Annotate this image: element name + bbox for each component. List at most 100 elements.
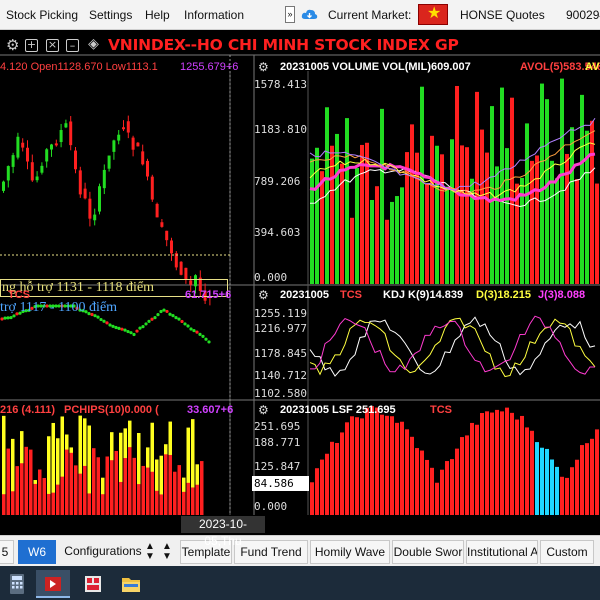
tcs-dot <box>6 316 10 320</box>
cloud-download-icon[interactable] <box>301 7 318 22</box>
candle-body <box>155 203 159 218</box>
candle-body <box>93 214 97 221</box>
tab-fund-trend[interactable]: Fund Trend <box>234 540 308 564</box>
tab-scroll-arrows-icon[interactable]: ▲ ▼ <box>143 542 157 566</box>
lsf-bar <box>420 450 424 515</box>
candle-body <box>146 160 149 177</box>
folder-icon[interactable] <box>114 570 148 598</box>
tcs-dot <box>168 312 172 316</box>
lsf-bar <box>535 442 539 515</box>
tcs-dot <box>159 309 163 314</box>
candle-body <box>107 155 111 169</box>
pchips-bar <box>92 448 96 515</box>
volume-bar <box>495 166 499 284</box>
menu-help[interactable]: Help <box>145 8 170 22</box>
candle-body <box>45 149 49 162</box>
lsf-bar <box>545 448 549 515</box>
lsf-header: 20231005 LSF 251.695 <box>280 404 396 416</box>
market-name[interactable]: HONSE Quotes <box>460 8 545 22</box>
candle-body <box>141 151 145 165</box>
tab-configurations[interactable]: Configurations <box>62 540 144 564</box>
lsf-bar <box>425 459 429 515</box>
candle-body <box>165 230 169 241</box>
lsf-y-label: 251.695 <box>254 420 301 433</box>
kdj-d: D(3)18.215 <box>476 289 532 301</box>
tab-w6[interactable]: W6 <box>18 540 56 564</box>
volume-bar <box>465 147 469 284</box>
vol-y-label: 1183.810 <box>254 123 307 136</box>
lsf-bar <box>320 459 324 515</box>
crosshair-value-tip: 84.586 <box>252 476 309 491</box>
tab-double-sword[interactable]: Double Swor <box>392 540 464 564</box>
pchips-bar <box>200 461 204 515</box>
tcs-dot <box>138 326 142 330</box>
volume-bar <box>445 186 449 284</box>
menu-settings[interactable]: Settings <box>89 8 132 22</box>
tab-scroll-arrows-icon[interactable]: ▲ ▼ <box>160 542 174 566</box>
lsf-bar <box>325 453 329 515</box>
vol-y-label: 789.206 <box>254 175 301 188</box>
more-menu-button[interactable]: » <box>285 6 295 23</box>
lsf-bar <box>500 411 504 515</box>
candle-body <box>170 240 173 254</box>
pchips-bar <box>159 494 163 515</box>
volume-bar <box>485 152 489 284</box>
lsf-bar <box>575 459 579 515</box>
candle-body <box>74 150 77 170</box>
pchips-bar <box>6 448 10 515</box>
tcs-dot <box>177 317 181 321</box>
kdj-y-label: 1178.845 <box>254 347 307 360</box>
tcs-dot <box>132 332 136 337</box>
menu-information[interactable]: Information <box>184 8 244 22</box>
candle-body <box>59 130 63 143</box>
volume-bar <box>410 124 414 284</box>
volume-bar <box>580 94 584 284</box>
gear-icon[interactable]: ⚙ <box>258 61 270 73</box>
tcs-dot <box>102 319 106 323</box>
menu-stock-picking[interactable]: Stock Picking <box>6 8 78 22</box>
tcs-dot <box>144 322 148 326</box>
candle-body <box>30 162 34 181</box>
pchips-bar <box>33 483 37 515</box>
volume-bar <box>395 196 399 284</box>
chart-area: ⚙ + × – ◈ VNINDEX--HO CHI MINH STOCK IND… <box>0 31 600 515</box>
tcs-dot <box>108 323 112 327</box>
volume-bar <box>420 86 424 284</box>
tab-5[interactable]: 5 <box>0 540 14 564</box>
bottom-tab-bar: 5 W6 Configurations ▲ ▼ ▲ ▼ Template Fund … <box>0 535 600 566</box>
flag-app-icon[interactable] <box>36 570 70 598</box>
volume-bar <box>375 186 379 284</box>
gear-icon[interactable]: ⚙ <box>258 289 270 301</box>
tab-custom[interactable]: Custom <box>540 540 594 564</box>
tcs-dot <box>153 315 157 320</box>
pchips-bar <box>110 460 114 515</box>
lsf-bar <box>495 409 499 515</box>
vol-y-label: 394.603 <box>254 226 301 239</box>
gear-icon[interactable]: ⚙ <box>258 404 270 416</box>
pchips-bar <box>114 450 118 515</box>
lsf-bar <box>370 406 374 515</box>
lsf-bar <box>455 448 459 515</box>
lsf-bar <box>480 413 484 515</box>
pchips-bar <box>146 467 150 515</box>
lsf-bar <box>435 482 439 515</box>
tcs-dot <box>186 324 190 328</box>
tab-homily-wave[interactable]: Homily Wave <box>310 540 390 564</box>
tab-institutional[interactable]: Institutional A <box>466 540 538 564</box>
lsf-bar <box>570 467 574 515</box>
candle-body <box>160 222 164 227</box>
lsf-y-label: 188.771 <box>254 436 301 449</box>
tcs-dot <box>120 327 124 331</box>
tcs-dot <box>150 317 154 321</box>
calculator-icon[interactable] <box>0 570 34 598</box>
volume-bar <box>425 183 429 284</box>
vietnam-flag-icon[interactable]: ★ <box>418 4 448 25</box>
volume-bar <box>315 147 319 284</box>
app-icon[interactable] <box>76 570 110 598</box>
pchips-bar <box>195 484 199 515</box>
lsf-bar <box>490 412 494 515</box>
tcs-dot <box>9 315 13 320</box>
pchips-bar <box>24 446 28 515</box>
pchips-readout: PCHIPS(10)0.000 ( <box>64 404 159 416</box>
volume-bar <box>545 99 549 285</box>
